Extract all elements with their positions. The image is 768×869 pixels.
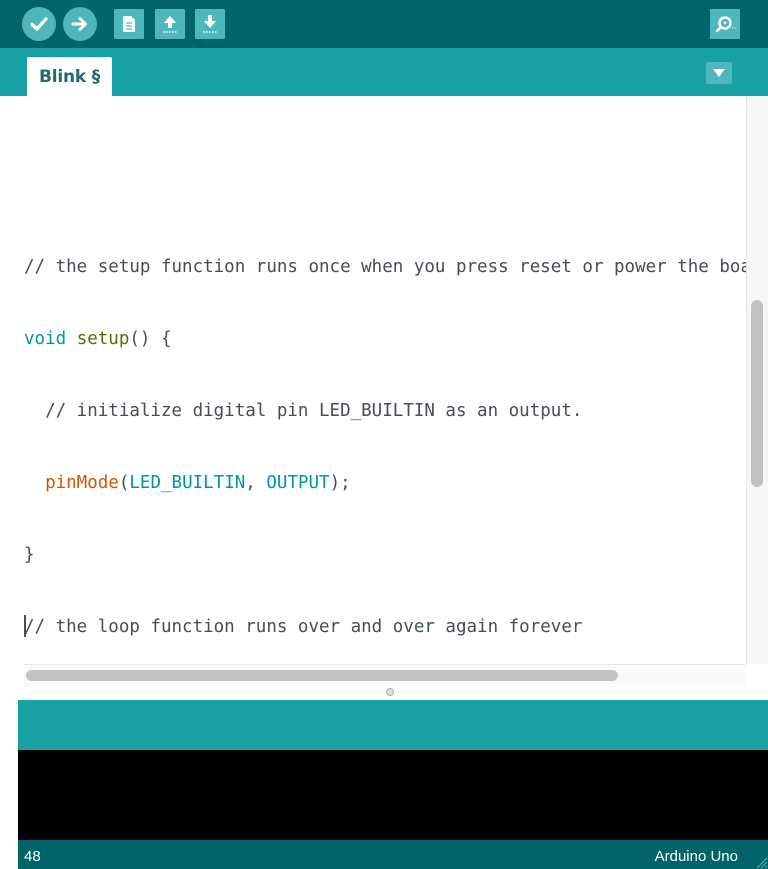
code-line: pinMode(LED_BUILTIN, OUTPUT); [24,471,746,495]
code-line: void setup() { [24,327,746,351]
tab-label: Blink § [38,66,101,87]
code-punctuation: ); [329,473,351,493]
function-setup: setup [76,329,130,349]
code-line: // the setup function runs once when you… [24,257,746,277]
line-number: 48 [24,848,41,865]
verify-button[interactable] [22,7,56,41]
text-caret [24,615,26,637]
board-name: Arduino Uno [654,848,738,865]
code-text: // the setup function runs once when you… [24,207,746,664]
code-line: } [24,545,35,565]
new-file-icon [123,16,135,32]
pane-divider-handle[interactable] [386,688,394,696]
serial-monitor-magnifier-icon [715,16,736,33]
function-pinmode: pinMode [45,473,119,493]
vertical-scrollbar-thumb[interactable] [751,300,763,487]
toolbar [0,0,768,48]
upload-button[interactable] [63,7,97,41]
new-button[interactable] [114,9,144,39]
status-bar: 48 Arduino Uno [18,840,768,869]
code-line: // the loop function runs over and over … [24,617,583,637]
constant-led-builtin: LED_BUILTIN [129,473,246,493]
code-line: // initialize digital pin LED_BUILTIN as… [24,401,583,421]
arrow-right-icon [71,17,87,31]
serial-monitor-button[interactable] [710,9,740,39]
save-down-arrow-icon [203,15,217,33]
constant-output: OUTPUT [266,473,330,493]
tab-bar: Blink § [0,48,768,96]
code-punctuation: ( [118,473,130,493]
resize-grip-icon[interactable] [752,853,768,869]
open-button[interactable] [155,9,185,39]
triangle-down-icon [713,69,725,77]
tab-menu-button[interactable] [706,62,732,84]
console-output[interactable] [18,750,768,840]
tab-blink[interactable]: Blink § [27,57,112,96]
message-area [18,700,768,750]
checkmark-icon [30,17,48,31]
save-button[interactable] [195,9,225,39]
horizontal-scrollbar-thumb[interactable] [26,670,618,681]
code-punctuation: , [245,473,267,493]
code-editor[interactable]: // the setup function runs once when you… [0,96,746,664]
keyword-void: void [24,329,67,349]
open-up-arrow-icon [163,16,177,33]
code-punctuation: () { [129,329,172,349]
